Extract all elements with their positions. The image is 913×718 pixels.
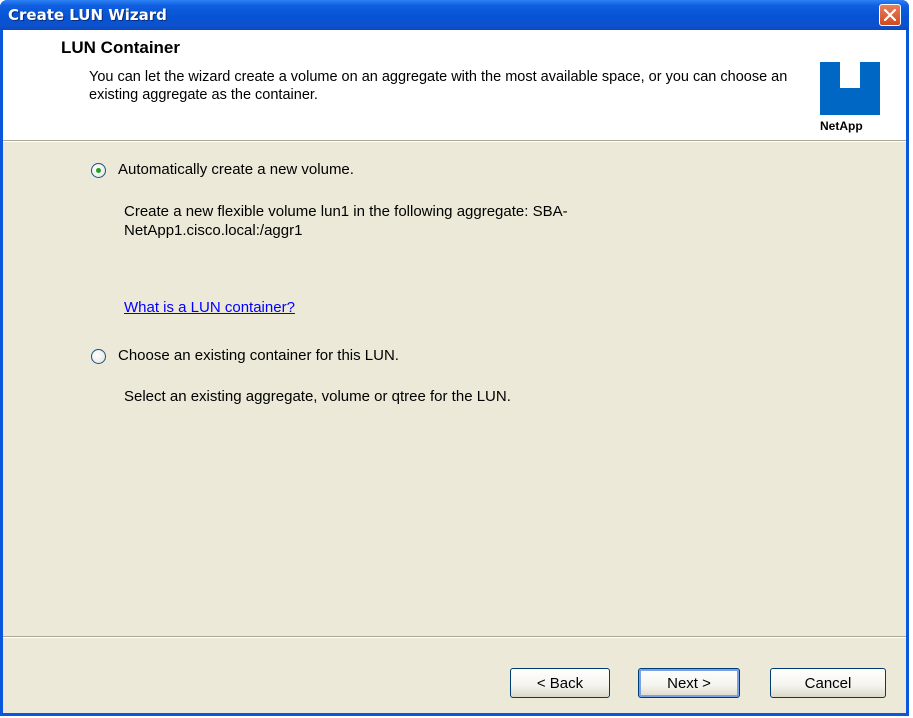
cancel-button[interactable]: Cancel [770,668,886,698]
lun-container-help-link[interactable]: What is a LUN container? [124,299,295,316]
auto-create-radio[interactable] [91,163,106,178]
header-divider-highlight [3,141,906,142]
dialog-body: LUN Container You can let the wizard cre… [3,30,906,713]
radio-selected-dot [96,168,101,173]
choose-existing-description: Select an existing aggregate, volume or … [124,388,511,405]
page-title: LUN Container [61,38,180,57]
netapp-logo-icon [820,62,880,115]
logo-text: NetApp [820,119,863,133]
back-button[interactable]: < Back [510,668,610,698]
window-title: Create LUN Wizard [8,6,167,24]
next-button[interactable]: Next > [638,668,740,698]
auto-create-description: Create a new flexible volume lun1 in the… [124,203,568,239]
page-description: You can let the wizard create a volume o… [89,69,788,103]
choose-existing-radio[interactable] [91,349,106,364]
auto-create-label[interactable]: Automatically create a new volume. [118,161,354,178]
choose-existing-label[interactable]: Choose an existing container for this LU… [118,347,399,364]
wizard-window: Create LUN Wizard LUN Container You can … [0,0,909,716]
wizard-header: LUN Container You can let the wizard cre… [3,30,906,140]
close-icon [884,9,896,21]
title-bar[interactable]: Create LUN Wizard [0,0,909,30]
footer-divider-highlight [3,637,906,638]
close-button[interactable] [879,4,901,26]
